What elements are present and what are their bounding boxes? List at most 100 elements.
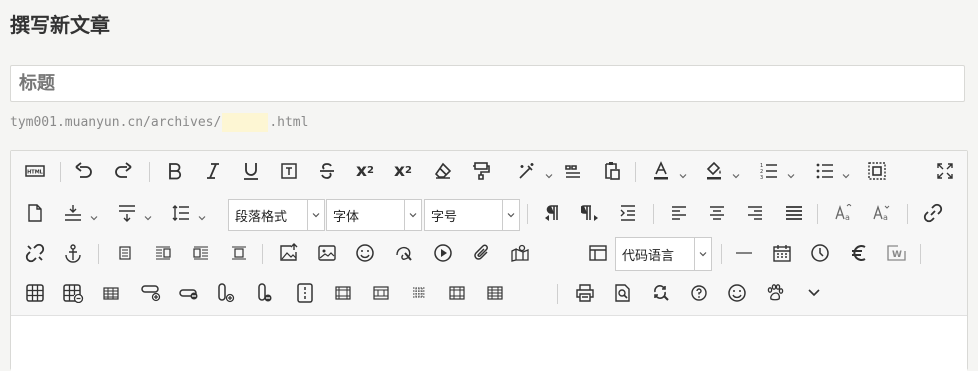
- merge-cells-icon[interactable]: [294, 280, 316, 306]
- anchor-icon[interactable]: [62, 240, 84, 266]
- redo-icon[interactable]: [112, 158, 134, 184]
- insert-col-icon[interactable]: [216, 280, 240, 306]
- direction-rtl-icon[interactable]: [579, 200, 601, 226]
- paragraph-format-select[interactable]: 段落格式: [228, 199, 325, 231]
- insert-paragraph-before-table-icon[interactable]: [100, 280, 122, 306]
- insert-video-icon[interactable]: [432, 240, 454, 266]
- slug-suffix: .html: [269, 115, 309, 130]
- toolbar-separator: [920, 244, 921, 264]
- indent-icon[interactable]: [617, 200, 639, 226]
- template-icon[interactable]: [587, 240, 609, 266]
- delete-row-icon[interactable]: [178, 280, 202, 306]
- forecolor-icon[interactable]: [650, 158, 672, 184]
- insert-date-icon[interactable]: [771, 240, 793, 266]
- split-to-cols-icon[interactable]: [484, 280, 506, 306]
- scrawl-icon[interactable]: [393, 240, 415, 266]
- toolbar-row-4: [11, 273, 967, 311]
- line-height-icon[interactable]: [170, 200, 192, 226]
- image-none-icon[interactable]: [114, 240, 136, 266]
- row-spacing-top-icon[interactable]: [62, 200, 84, 226]
- underline-icon[interactable]: [240, 158, 262, 184]
- font-family-value: 字体: [333, 209, 360, 225]
- slug-input[interactable]: [222, 113, 269, 132]
- image-gallery-icon[interactable]: [316, 240, 338, 266]
- chevron-down-icon[interactable]: [545, 165, 553, 179]
- remove-format-icon[interactable]: [432, 158, 454, 184]
- special-chars-icon[interactable]: [848, 240, 870, 266]
- code-language-select[interactable]: 代码语言: [615, 237, 712, 271]
- search-replace-icon[interactable]: [650, 280, 672, 306]
- ordered-list-icon[interactable]: 123: [758, 158, 780, 184]
- fullscreen-icon[interactable]: [934, 158, 956, 184]
- insert-row-icon[interactable]: [140, 280, 164, 306]
- superscript-icon[interactable]: x2: [354, 158, 376, 184]
- split-to-cells-icon[interactable]: [408, 280, 430, 306]
- align-right-icon[interactable]: [744, 200, 766, 226]
- align-center-icon[interactable]: [706, 200, 728, 226]
- attachment-icon[interactable]: [471, 240, 493, 266]
- unlink-icon[interactable]: [24, 240, 46, 266]
- chevron-down-icon[interactable]: [787, 165, 795, 179]
- emoticon-icon[interactable]: [354, 240, 376, 266]
- split-to-rows-icon[interactable]: [446, 280, 468, 306]
- font-size-select[interactable]: 字号: [424, 199, 520, 231]
- map-icon[interactable]: [509, 240, 531, 266]
- chevron-down-icon: [694, 238, 711, 270]
- fontborder-icon[interactable]: [278, 158, 300, 184]
- image-right-icon[interactable]: [190, 240, 212, 266]
- blockquote-icon[interactable]: [562, 158, 584, 184]
- font-family-select[interactable]: 字体: [326, 199, 422, 231]
- help-icon[interactable]: [688, 280, 710, 306]
- unordered-list-icon[interactable]: [814, 158, 836, 184]
- chevron-down-icon[interactable]: [90, 207, 98, 221]
- delete-col-icon[interactable]: [256, 280, 280, 306]
- strikethrough-icon[interactable]: [316, 158, 338, 184]
- toolbar-row-2: 段落格式 字体 字号 a a: [11, 193, 967, 231]
- lowercase-icon[interactable]: a: [871, 200, 893, 226]
- link-icon[interactable]: [922, 200, 944, 226]
- insert-time-icon[interactable]: [809, 240, 831, 266]
- image-left-icon[interactable]: [152, 240, 174, 266]
- emotion-icon[interactable]: [726, 280, 748, 306]
- source-html-icon[interactable]: HTML: [24, 158, 46, 184]
- horizontal-rule-icon[interactable]: [733, 240, 755, 266]
- new-document-icon[interactable]: [24, 200, 46, 226]
- merge-right-icon[interactable]: [332, 280, 354, 306]
- image-center-icon[interactable]: [228, 240, 250, 266]
- align-left-icon[interactable]: [668, 200, 690, 226]
- row-spacing-bottom-icon[interactable]: [116, 200, 138, 226]
- chevron-down-icon[interactable]: [679, 165, 687, 179]
- chevron-down-icon[interactable]: [842, 165, 850, 179]
- align-justify-icon[interactable]: [783, 200, 805, 226]
- delete-table-icon[interactable]: [62, 280, 84, 306]
- toolbar-separator: [721, 244, 722, 264]
- chevron-down-icon[interactable]: [198, 207, 206, 221]
- toolbar-separator: [262, 244, 263, 264]
- preview-icon[interactable]: [612, 280, 634, 306]
- word-image-icon[interactable]: W: [886, 240, 908, 266]
- svg-text:a: a: [845, 213, 850, 222]
- print-icon[interactable]: [574, 280, 596, 306]
- insert-table-icon[interactable]: [24, 280, 46, 306]
- bold-icon[interactable]: [164, 158, 186, 184]
- uppercase-icon[interactable]: a: [833, 200, 855, 226]
- editor-content-area[interactable]: [11, 316, 967, 371]
- format-match-icon[interactable]: [470, 158, 492, 184]
- backcolor-icon[interactable]: [703, 158, 725, 184]
- italic-icon[interactable]: [202, 158, 224, 184]
- page-title: 撰写新文章: [10, 13, 110, 37]
- paw-icon[interactable]: [764, 280, 786, 306]
- subscript-icon[interactable]: x2: [392, 158, 414, 184]
- title-input[interactable]: [10, 65, 965, 102]
- auto-typeset-icon[interactable]: [516, 158, 538, 184]
- insert-image-icon[interactable]: [278, 240, 300, 266]
- select-all-icon[interactable]: [866, 158, 888, 184]
- merge-down-icon[interactable]: [370, 280, 392, 306]
- paste-plain-icon[interactable]: [600, 158, 622, 184]
- undo-icon[interactable]: [73, 158, 95, 184]
- svg-text:HTML: HTML: [27, 170, 44, 176]
- more-chevron-down-icon[interactable]: [803, 280, 825, 306]
- chevron-down-icon[interactable]: [732, 165, 740, 179]
- chevron-down-icon[interactable]: [144, 207, 152, 221]
- direction-ltr-icon[interactable]: [541, 200, 563, 226]
